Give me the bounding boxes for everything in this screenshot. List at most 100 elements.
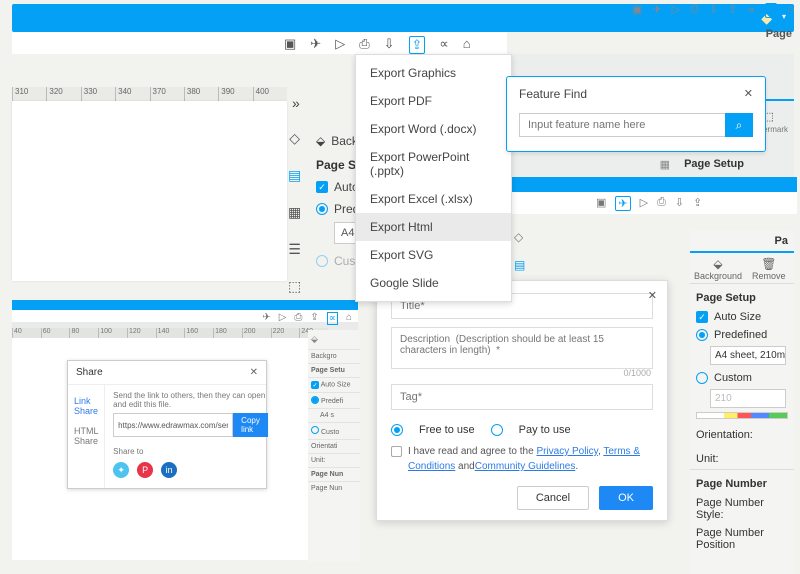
autosize-checkbox[interactable]: ✓ bbox=[316, 181, 328, 193]
focus-icon[interactable]: ▣ bbox=[632, 3, 642, 18]
export-html[interactable]: Export Html bbox=[356, 213, 511, 241]
download-icon[interactable]: ⇩ bbox=[384, 36, 395, 54]
pa-tab[interactable]: Pa bbox=[690, 231, 794, 251]
custom-input: 210 bbox=[710, 389, 786, 408]
mini-radio[interactable] bbox=[311, 396, 319, 404]
export-ppt[interactable]: Export PowerPoint (.pptx) bbox=[356, 143, 511, 185]
feature-find-popover: Feature Find ✕ ⌕ bbox=[506, 76, 766, 152]
grid-icon[interactable]: ▦ bbox=[660, 158, 670, 171]
custom-radio[interactable] bbox=[696, 372, 708, 384]
custom-radio[interactable] bbox=[316, 255, 328, 267]
orientation-label: Orientation: bbox=[690, 421, 794, 445]
save-icon[interactable]: ⎙ bbox=[690, 3, 699, 18]
download-icon[interactable]: ⇩ bbox=[709, 3, 718, 18]
trash-icon[interactable]: 🗑 bbox=[752, 257, 786, 271]
feature-find-input[interactable] bbox=[519, 113, 725, 137]
description-input[interactable] bbox=[391, 327, 653, 369]
privacy-link[interactable]: Privacy Policy bbox=[536, 446, 598, 457]
bucket-icon[interactable]: ⬙ bbox=[311, 334, 318, 345]
play-icon[interactable]: ▷ bbox=[279, 312, 287, 325]
tag-input[interactable] bbox=[391, 384, 653, 410]
bucket-icon[interactable]: ⬙ bbox=[316, 134, 325, 148]
save-icon[interactable]: ⎙ bbox=[657, 196, 666, 211]
close-icon[interactable]: ✕ bbox=[744, 87, 753, 100]
play-icon[interactable]: ▷ bbox=[672, 3, 680, 18]
export-icon[interactable]: ⇪ bbox=[409, 36, 426, 54]
feature-find-search-button[interactable]: ⌕ bbox=[725, 113, 753, 137]
export-pdf[interactable]: Export PDF bbox=[356, 87, 511, 115]
play-icon[interactable]: ▷ bbox=[640, 196, 648, 211]
paint-icon[interactable]: ◇ bbox=[514, 230, 525, 244]
export-icon[interactable]: ⇪ bbox=[728, 3, 737, 18]
share-hint: Send the link to others, then they can o… bbox=[113, 391, 268, 409]
share-icon[interactable]: ∝ bbox=[747, 3, 755, 18]
linkedin-icon[interactable]: in bbox=[161, 462, 177, 478]
share-url-input[interactable] bbox=[113, 413, 233, 437]
export-icon[interactable]: ⇪ bbox=[310, 312, 318, 325]
share-icon[interactable]: ∝ bbox=[327, 312, 338, 325]
focus-icon[interactable]: ▣ bbox=[596, 196, 606, 211]
save-icon[interactable]: ⎙ bbox=[294, 312, 302, 325]
close-icon[interactable]: ✕ bbox=[648, 289, 657, 302]
home-icon[interactable]: ⌂ bbox=[787, 3, 794, 18]
collapse-chevron-icon[interactable]: » bbox=[292, 95, 300, 111]
agree-checkbox[interactable] bbox=[391, 446, 402, 457]
pns-label: Page Number Style: bbox=[690, 494, 794, 524]
send-icon[interactable]: ✈ bbox=[262, 312, 270, 325]
close-icon[interactable]: ✕ bbox=[250, 367, 258, 378]
predefined-radio[interactable] bbox=[696, 329, 708, 341]
play-icon[interactable]: ▷ bbox=[335, 36, 345, 54]
mini-chk[interactable]: ✓ bbox=[311, 381, 319, 389]
share-dialog: Share✕ Link Share HTML Share Send the li… bbox=[67, 360, 267, 489]
view-icon[interactable]: ⬚ bbox=[288, 278, 301, 295]
send-icon[interactable]: ✈ bbox=[310, 36, 321, 54]
pinterest-icon[interactable]: P bbox=[137, 462, 153, 478]
export-excel[interactable]: Export Excel (.xlsx) bbox=[356, 185, 511, 213]
export-gslide[interactable]: Google Slide bbox=[356, 269, 511, 297]
home-icon[interactable]: ⌂ bbox=[346, 312, 352, 325]
twitter-icon[interactable]: ✦ bbox=[113, 462, 129, 478]
mini-radio2[interactable] bbox=[311, 426, 319, 434]
send-icon[interactable]: ✈ bbox=[652, 3, 661, 18]
p4-tools: ✈ ▷ ⎙ ⇪ ∝ ⌂ bbox=[262, 312, 352, 325]
char-counter: 0/1000 bbox=[391, 368, 651, 378]
ok-button[interactable]: OK bbox=[599, 486, 653, 510]
send-icon[interactable]: ✈ bbox=[615, 196, 630, 211]
export-word[interactable]: Export Word (.docx) bbox=[356, 115, 511, 143]
mini-ps: Page Setu bbox=[308, 363, 360, 377]
free-radio[interactable] bbox=[391, 424, 403, 436]
copy-link-button[interactable]: Copy link bbox=[233, 413, 268, 437]
export-icon[interactable]: ⇪ bbox=[693, 196, 702, 211]
mini-as: Auto Size bbox=[321, 382, 351, 389]
community-link[interactable]: Community Guidelines bbox=[475, 461, 576, 472]
download-icon[interactable]: ⇩ bbox=[675, 196, 684, 211]
focus-icon[interactable]: ▣ bbox=[284, 36, 296, 54]
predefined-radio[interactable] bbox=[316, 203, 328, 215]
autosize-checkbox[interactable]: ✓ bbox=[696, 311, 708, 323]
tab-html-share[interactable]: HTML Share bbox=[68, 421, 104, 451]
export-graphics[interactable]: Export Graphics bbox=[356, 59, 511, 87]
export-svg[interactable]: Export SVG bbox=[356, 241, 511, 269]
mini-or: Orientati bbox=[308, 439, 360, 453]
search-icon[interactable]: ⌕ bbox=[765, 3, 777, 18]
paper-select[interactable]: A4 sheet, 210mm bbox=[710, 346, 786, 365]
predef-label: Predefined bbox=[714, 329, 767, 341]
home-icon[interactable]: ⌂ bbox=[463, 36, 471, 54]
pay-radio[interactable] bbox=[491, 424, 503, 436]
layers-icon[interactable]: ☰ bbox=[288, 241, 301, 258]
bucket-icon[interactable]: ⬙ bbox=[694, 257, 742, 271]
tab-link-share[interactable]: Link Share bbox=[68, 391, 104, 421]
color-preset-row[interactable] bbox=[696, 412, 788, 419]
page-icon[interactable]: ▤ bbox=[514, 258, 525, 272]
share-icon[interactable]: ∝ bbox=[439, 36, 448, 54]
canvas[interactable] bbox=[12, 101, 287, 281]
right-side-panel: Pa ⬙Background 🗑Remove Page Setup ✓Auto … bbox=[690, 231, 794, 574]
grid-icon[interactable]: ▦ bbox=[288, 204, 301, 221]
page-icon[interactable]: ▤ bbox=[288, 167, 301, 184]
page-tab[interactable]: Page bbox=[766, 28, 792, 40]
paint-icon[interactable]: ◇ bbox=[289, 130, 300, 147]
mini-un: Unit: bbox=[308, 453, 360, 467]
cancel-button[interactable]: Cancel bbox=[517, 486, 589, 510]
ruler-horizontal: 310320330340370380390400 bbox=[12, 87, 287, 101]
save-icon[interactable]: ⎙ bbox=[359, 36, 369, 54]
